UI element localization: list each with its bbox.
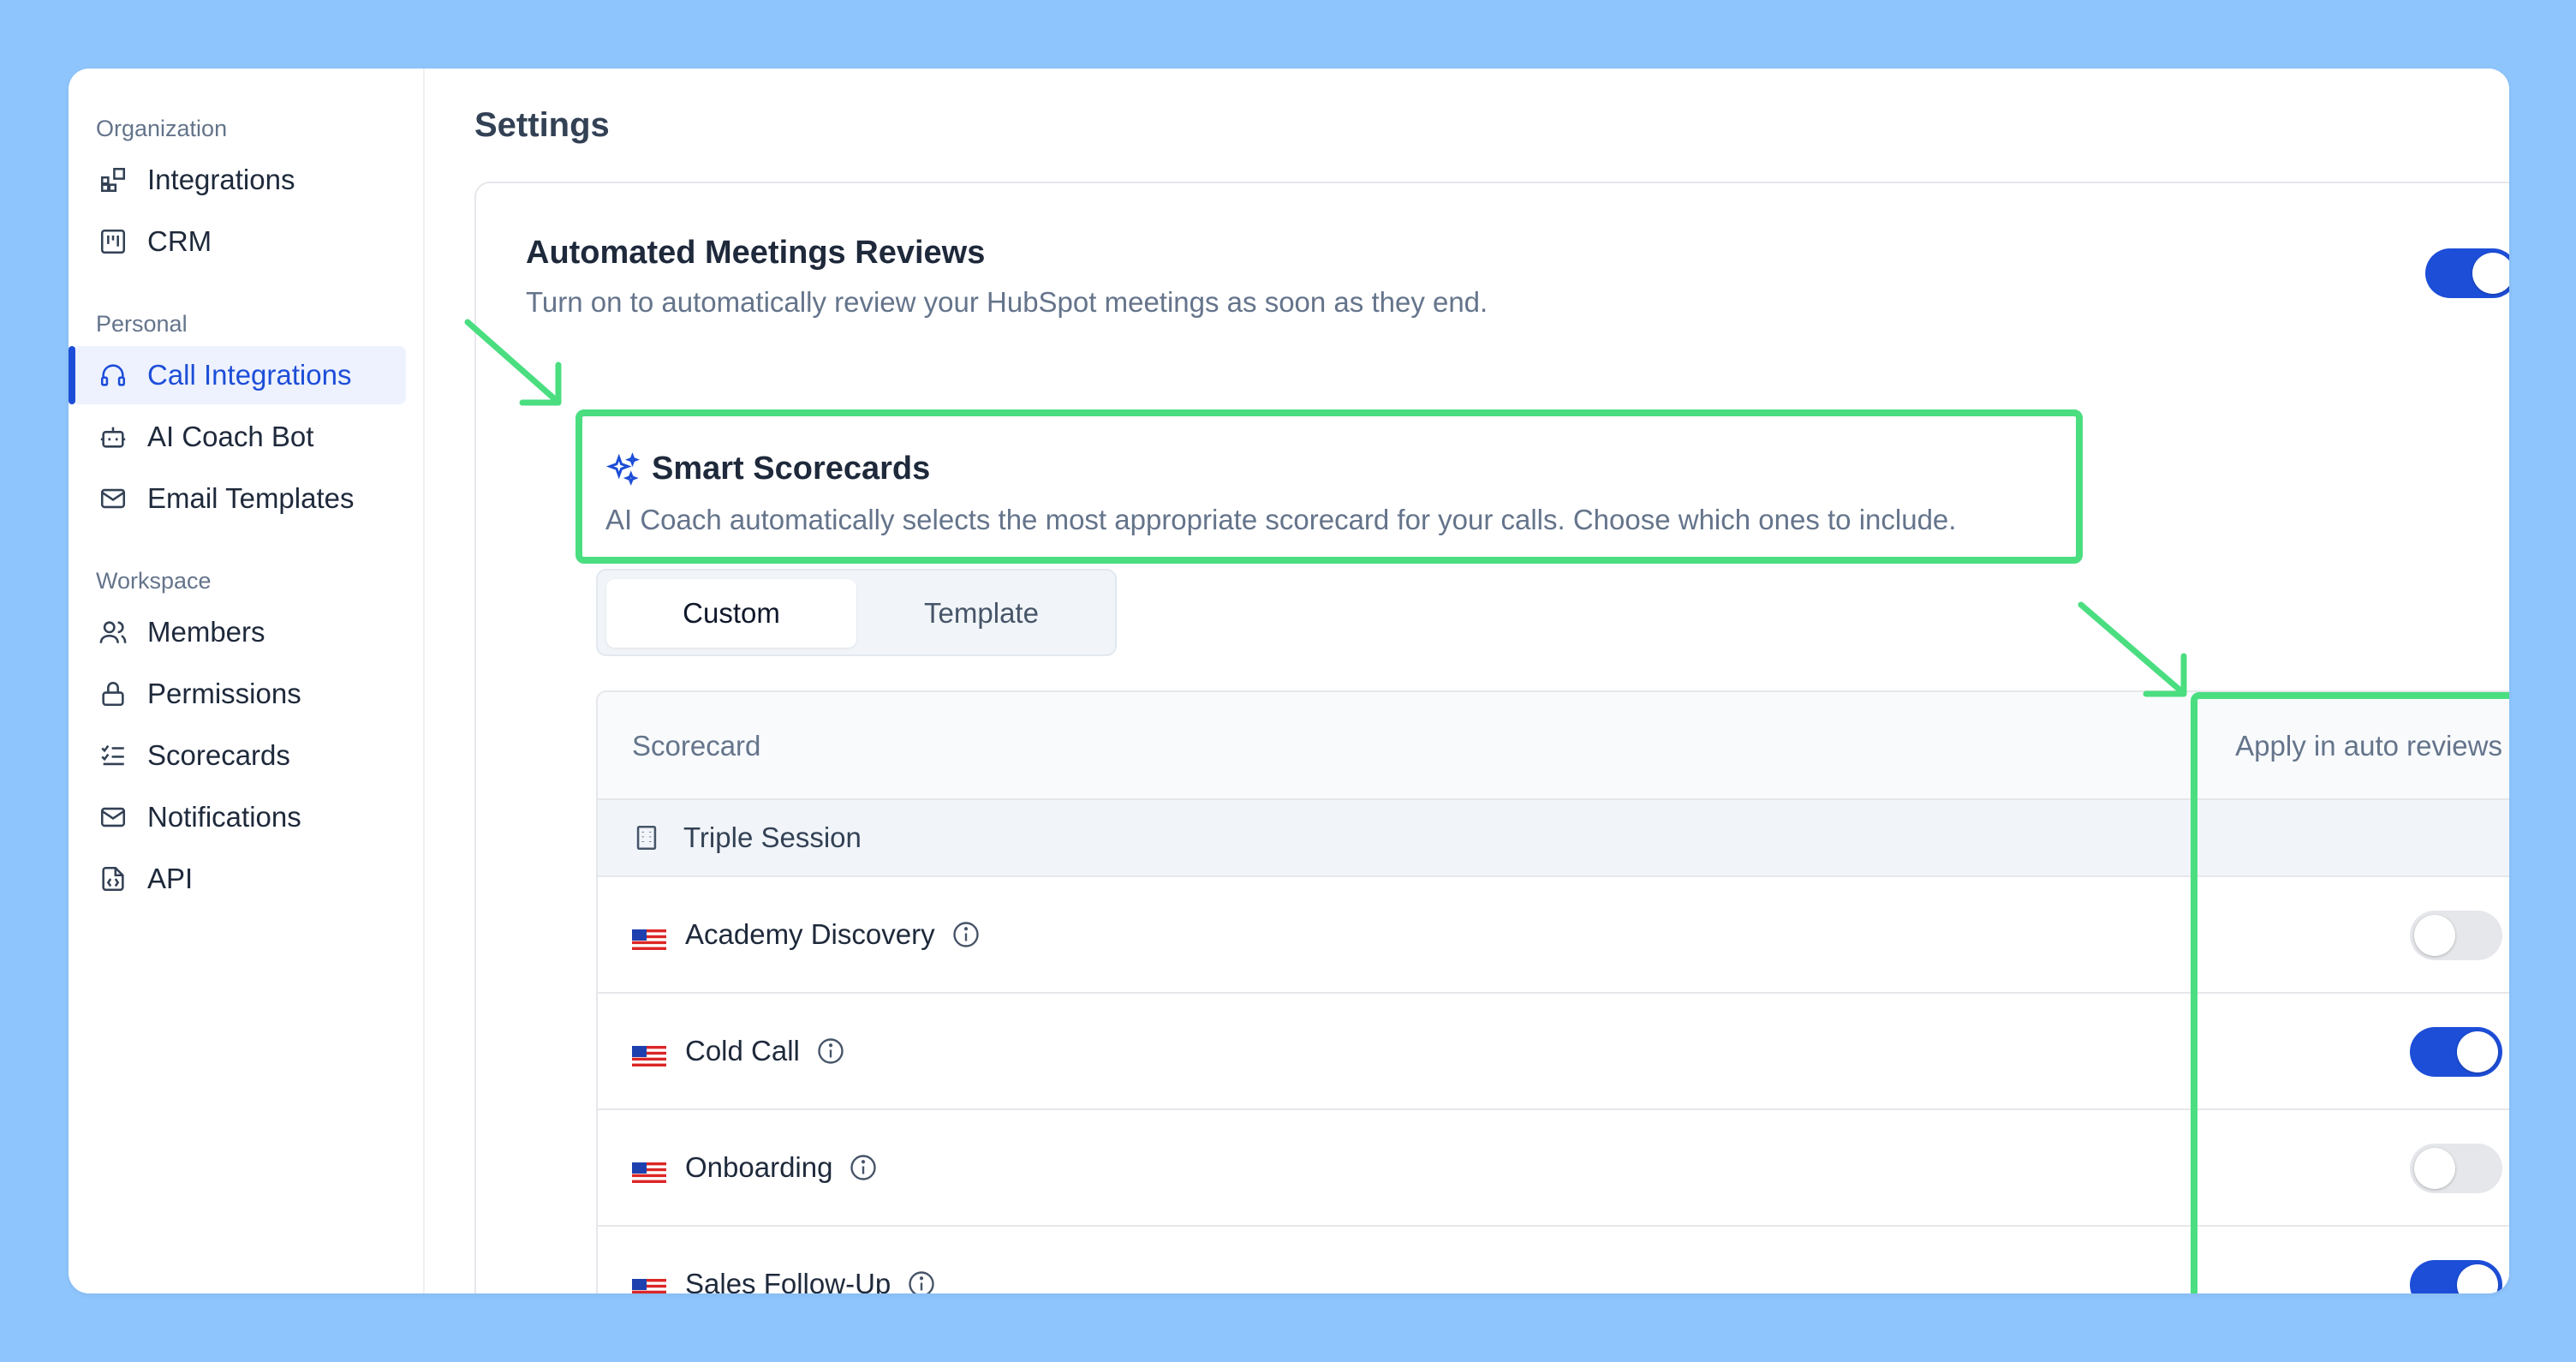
sidebar-section-personal: Personal bbox=[96, 311, 188, 337]
automated-reviews-toggle[interactable] bbox=[2425, 248, 2509, 298]
smart-scorecards-highlight: Smart Scorecards AI Coach automatically … bbox=[575, 409, 2083, 564]
checklist-icon bbox=[96, 738, 130, 773]
mail-icon bbox=[96, 800, 130, 834]
arrow-annotation-icon bbox=[2078, 601, 2187, 697]
lock-icon bbox=[96, 677, 130, 711]
tab-custom[interactable]: Custom bbox=[606, 579, 856, 648]
sidebar-item-label: Call Integrations bbox=[147, 359, 352, 391]
us-flag-icon bbox=[632, 924, 666, 950]
scorecard-name: Sales Follow-Up bbox=[685, 1268, 891, 1293]
users-icon bbox=[96, 615, 130, 649]
automated-reviews-description: Turn on to automatically review your Hub… bbox=[526, 286, 1488, 318]
sidebar-item-api[interactable]: API bbox=[72, 850, 406, 908]
info-icon[interactable] bbox=[906, 1269, 937, 1293]
info-icon[interactable] bbox=[951, 919, 981, 950]
grid-plus-icon bbox=[96, 163, 130, 197]
sidebar-item-label: CRM bbox=[147, 225, 212, 257]
sidebar-section-organization: Organization bbox=[96, 116, 228, 141]
us-flag-icon bbox=[632, 1041, 666, 1066]
scorecard-name: Academy Discovery bbox=[685, 918, 935, 950]
building-icon bbox=[632, 823, 661, 852]
smart-scorecards-title: Smart Scorecards bbox=[605, 451, 930, 487]
sidebar-item-label: Notifications bbox=[147, 801, 301, 833]
group-label: Triple Session bbox=[683, 821, 862, 853]
sidebar-item-label: Integrations bbox=[147, 164, 295, 195]
file-code-icon bbox=[96, 862, 130, 896]
headset-icon bbox=[96, 358, 130, 392]
mail-icon bbox=[96, 481, 130, 516]
kanban-icon bbox=[96, 224, 130, 259]
smart-scorecards-description: AI Coach automatically selects the most … bbox=[605, 504, 1957, 535]
us-flag-icon bbox=[632, 1274, 666, 1293]
sidebar-item-members[interactable]: Members bbox=[72, 603, 406, 661]
sidebar-item-label: Members bbox=[147, 616, 265, 648]
smart-scorecards-title-text: Smart Scorecards bbox=[652, 451, 931, 487]
sidebar: Organization Integrations CRM Personal C… bbox=[69, 69, 425, 1293]
arrow-annotation-icon bbox=[464, 319, 562, 406]
apply-column-highlight bbox=[2191, 692, 2509, 1293]
sidebar-item-label: Email Templates bbox=[147, 482, 355, 514]
sidebar-item-scorecards[interactable]: Scorecards bbox=[72, 726, 406, 785]
sidebar-section-workspace: Workspace bbox=[96, 568, 212, 594]
app-window: Organization Integrations CRM Personal C… bbox=[69, 69, 2509, 1293]
info-icon[interactable] bbox=[815, 1036, 846, 1066]
us-flag-icon bbox=[632, 1157, 666, 1183]
sidebar-item-permissions[interactable]: Permissions bbox=[72, 665, 406, 723]
sidebar-item-ai-coach-bot[interactable]: AI Coach Bot bbox=[72, 408, 406, 466]
sidebar-item-email-templates[interactable]: Email Templates bbox=[72, 469, 406, 528]
sidebar-item-label: AI Coach Bot bbox=[147, 421, 314, 452]
info-icon[interactable] bbox=[848, 1152, 879, 1183]
sidebar-item-label: API bbox=[147, 863, 194, 894]
scorecard-type-tabs: Custom Template bbox=[596, 569, 1117, 656]
sidebar-item-crm[interactable]: CRM bbox=[72, 212, 406, 271]
sparkles-icon bbox=[605, 451, 641, 487]
sidebar-item-label: Permissions bbox=[147, 678, 301, 709]
bot-icon bbox=[96, 420, 130, 454]
header-scorecard: Scorecard bbox=[632, 730, 761, 762]
sidebar-item-integrations[interactable]: Integrations bbox=[72, 151, 406, 209]
tab-template[interactable]: Template bbox=[856, 579, 1106, 648]
sidebar-item-call-integrations[interactable]: Call Integrations bbox=[69, 346, 406, 404]
toggle-knob bbox=[2472, 253, 2509, 294]
sidebar-item-notifications[interactable]: Notifications bbox=[72, 788, 406, 846]
sidebar-item-label: Scorecards bbox=[147, 739, 290, 771]
scorecard-name: Cold Call bbox=[685, 1035, 800, 1066]
scorecard-name: Onboarding bbox=[685, 1151, 833, 1183]
page-title: Settings bbox=[474, 106, 610, 144]
